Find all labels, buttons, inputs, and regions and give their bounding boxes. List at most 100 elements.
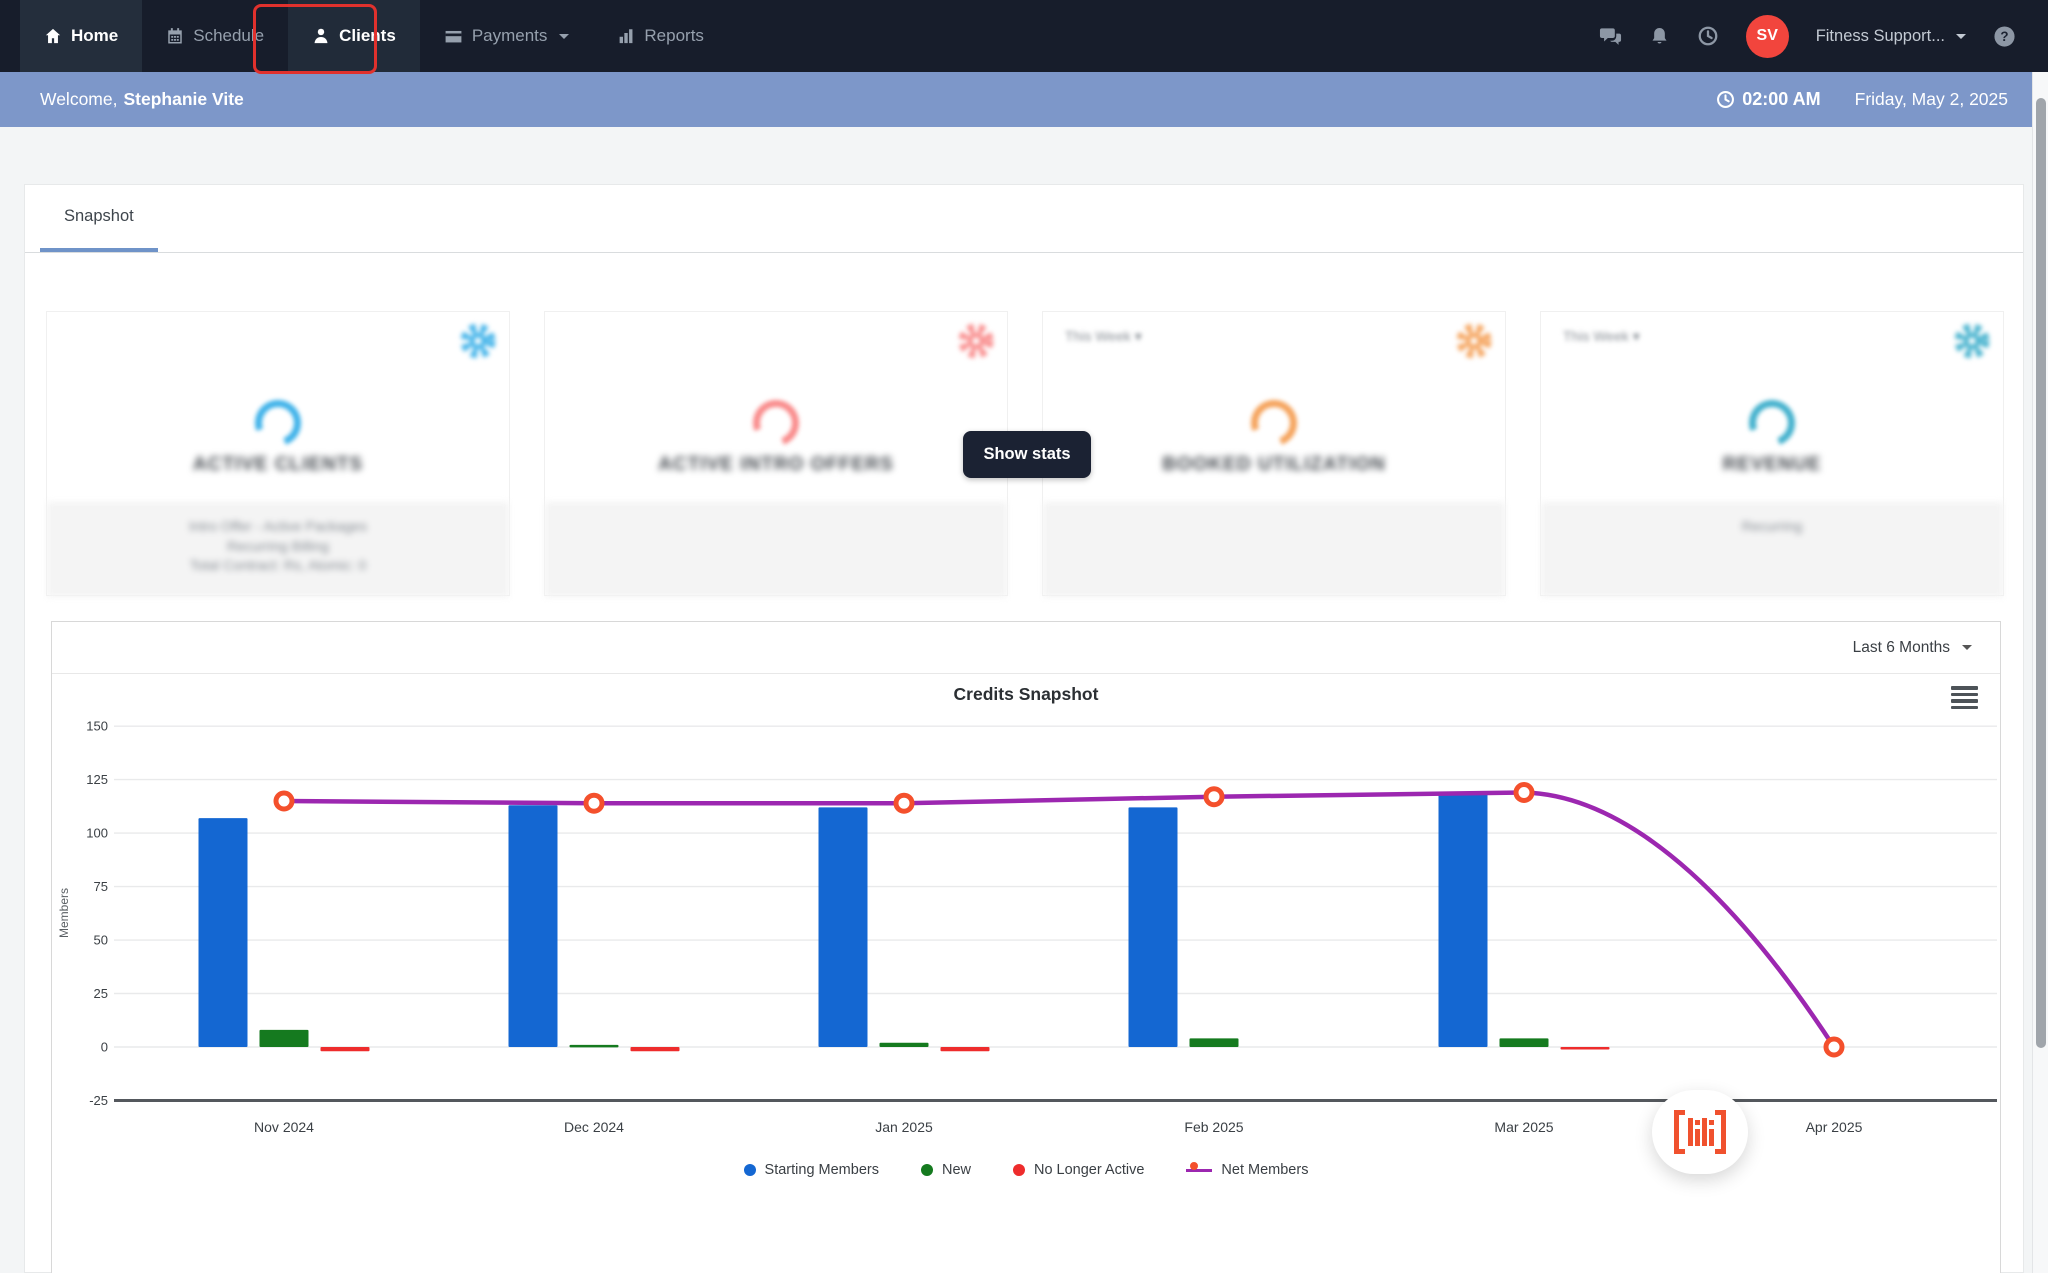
- tab-row: Snapshot: [25, 185, 2023, 253]
- chart-menu-button[interactable]: [1951, 686, 1978, 712]
- svg-text:100: 100: [86, 826, 108, 841]
- stat-card-main: ACTIVE INTRO OFFERS: [545, 312, 1007, 502]
- svg-text:125: 125: [86, 772, 108, 787]
- loading-spinner-icon: [247, 392, 309, 454]
- stat-card-title: REVENUE: [1722, 454, 1822, 475]
- welcome-greeting: Welcome,: [40, 89, 118, 109]
- svg-text:Mar 2025: Mar 2025: [1494, 1119, 1553, 1135]
- stat-card-active-intro-offers: ACTIVE INTRO OFFERS: [544, 311, 1008, 597]
- stat-card-footer-line: Recurring Billing: [227, 537, 329, 554]
- app-root: Home Schedule Clients Payments Reports SV Fi…: [0, 0, 2048, 1273]
- stat-card-main: This Week ▾ BOOKED UTILIZATION: [1043, 312, 1505, 502]
- barcode-logo-icon: [1674, 1110, 1726, 1154]
- nav-item-schedule[interactable]: Schedule: [142, 0, 288, 72]
- stat-card-title: BOOKED UTILIZATION: [1162, 454, 1386, 475]
- card-period-dropdown[interactable]: This Week ▾: [1065, 328, 1142, 345]
- chevron-down-icon: [1962, 645, 1972, 650]
- nav-item-label: Home: [71, 26, 119, 45]
- svg-text:50: 50: [94, 933, 108, 948]
- svg-text:0: 0: [101, 1040, 108, 1055]
- date-range-selector[interactable]: Last 6 Months: [1853, 639, 1972, 657]
- account-label: Fitness Support...: [1815, 26, 1945, 45]
- main-panel: Snapshot ACTIVE CLIENTS Intro Offer - Act…: [24, 184, 2024, 1273]
- account-menu[interactable]: Fitness Support...: [1816, 27, 1966, 46]
- gear-icon[interactable]: [955, 320, 997, 367]
- legend-dot-icon: [1012, 1164, 1025, 1176]
- svg-text:Feb 2025: Feb 2025: [1184, 1119, 1243, 1135]
- stat-card-booked-utilization: This Week ▾ BOOKED UTILIZATION: [1042, 311, 1506, 597]
- current-time: 02:00 AM: [1716, 89, 1821, 110]
- nav-item-reports[interactable]: Reports: [593, 0, 728, 72]
- stat-card-footer: [1043, 502, 1505, 597]
- stat-card-footer: Intro Offer - Active Packages Recurring B…: [47, 502, 509, 597]
- chart-panel-header: Last 6 Months: [52, 622, 2000, 674]
- svg-text:-25: -25: [89, 1093, 108, 1108]
- nav-item-label: Clients: [339, 26, 396, 45]
- avatar[interactable]: SV: [1745, 14, 1789, 58]
- legend-dot-icon: [743, 1164, 756, 1176]
- svg-text:?: ?: [2000, 29, 2008, 44]
- nav-item-label: Payments: [471, 26, 548, 45]
- credits-snapshot-panel: Last 6 Months Credits Snapshot -25 0 25 50 7…: [51, 621, 2001, 1273]
- chevron-down-icon: [1956, 33, 1966, 39]
- tab-snapshot[interactable]: Snapshot: [40, 185, 158, 252]
- legend-label: Starting Members: [764, 1162, 879, 1178]
- nav-item-payments[interactable]: Payments: [420, 0, 594, 72]
- legend-item-starting-members[interactable]: Starting Members: [743, 1162, 879, 1178]
- svg-text:Nov 2024: Nov 2024: [254, 1119, 314, 1135]
- loading-spinner-icon: [745, 392, 807, 454]
- svg-text:Dec 2024: Dec 2024: [564, 1119, 624, 1135]
- vertical-scrollbar[interactable]: [2032, 72, 2048, 1273]
- stat-card-title: ACTIVE CLIENTS: [192, 454, 364, 475]
- legend-item-new[interactable]: New: [920, 1162, 971, 1178]
- legend-label: No Longer Active: [1033, 1162, 1145, 1178]
- show-stats-button[interactable]: Show stats: [963, 431, 1091, 478]
- stat-card-footer: [545, 502, 1007, 597]
- loading-watermark-badge: [1652, 1090, 1748, 1174]
- top-navigation: Home Schedule Clients Payments Reports SV Fi…: [0, 0, 2048, 72]
- gear-icon[interactable]: [1453, 320, 1495, 367]
- scrollbar-thumb[interactable]: [2036, 98, 2046, 1048]
- svg-text:Jan 2025: Jan 2025: [875, 1119, 933, 1135]
- help-icon[interactable]: ?: [1993, 25, 2016, 48]
- stat-card-footer-line: Recurring: [1741, 518, 1803, 534]
- legend-dot-icon: [920, 1164, 933, 1176]
- chevron-down-icon: [559, 33, 570, 39]
- welcome-user-name: Stephanie Vite: [123, 89, 244, 109]
- credit-card-icon: [444, 27, 463, 46]
- current-date: Friday, May 2, 2025: [1854, 89, 2008, 109]
- welcome-bar: Welcome, Stephanie Vite 02:00 AM Friday,…: [0, 72, 2048, 127]
- stat-card-revenue: This Week ▾ REVENUE Recurring: [1540, 311, 2004, 597]
- home-icon: [44, 27, 62, 45]
- svg-text:25: 25: [94, 986, 108, 1001]
- nav-item-label: Reports: [644, 26, 704, 45]
- nav-item-label: Schedule: [193, 26, 265, 45]
- svg-text:75: 75: [94, 879, 108, 894]
- svg-text:150: 150: [86, 719, 108, 734]
- stat-card-footer: Recurring: [1541, 502, 2003, 597]
- nav-items: Home Schedule Clients Payments Reports: [20, 0, 728, 72]
- nav-item-clients[interactable]: Clients: [288, 0, 420, 72]
- date-range-label: Last 6 Months: [1852, 638, 1950, 656]
- nav-right-cluster: SV Fitness Support... ?: [1599, 0, 2048, 72]
- bell-icon[interactable]: [1649, 26, 1670, 47]
- stat-card-footer-line: Intro Offer - Active Packages: [189, 518, 367, 534]
- chat-icon[interactable]: [1599, 25, 1622, 48]
- gear-icon[interactable]: [457, 320, 499, 367]
- stat-card-title: ACTIVE INTRO OFFERS: [658, 454, 894, 475]
- gear-icon[interactable]: [1951, 320, 1993, 367]
- legend-item-no-longer-active[interactable]: No Longer Active: [1012, 1162, 1145, 1178]
- svg-text:Members: Members: [57, 888, 71, 938]
- stat-card-footer-line: Total Contract: Rs, Atomic: 0: [189, 557, 367, 573]
- clock-icon: [1717, 91, 1735, 108]
- loading-spinner-icon: [1741, 392, 1803, 454]
- legend-item-net-members[interactable]: Net Members: [1186, 1162, 1308, 1178]
- nav-item-home[interactable]: Home: [20, 0, 143, 72]
- person-icon: [312, 27, 330, 45]
- chart-title: Credits Snapshot: [953, 684, 1099, 704]
- legend-label: New: [941, 1162, 971, 1178]
- card-period-dropdown[interactable]: This Week ▾: [1563, 328, 1640, 345]
- stat-card-active-clients: ACTIVE CLIENTS Intro Offer - Active Packa…: [46, 311, 510, 597]
- history-clock-icon[interactable]: [1697, 25, 1719, 47]
- stat-card-main: ACTIVE CLIENTS: [47, 312, 509, 502]
